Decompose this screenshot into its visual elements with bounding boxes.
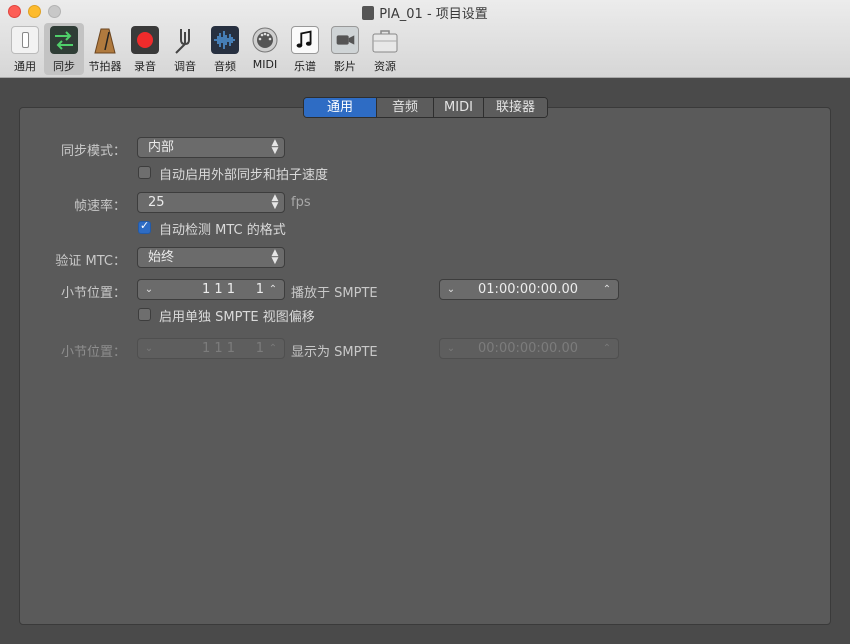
- switch-icon: [11, 26, 39, 54]
- separate-smpte-offset-checkbox[interactable]: [138, 308, 151, 321]
- bar-position-display-stepper[interactable]: ⌄ 1 1 1 1 ⌃: [137, 338, 285, 359]
- tab-bar: 通用 音频 MIDI 联接器: [303, 97, 548, 118]
- toolbar-assets[interactable]: 资源: [365, 23, 405, 75]
- tab-midi[interactable]: MIDI: [434, 98, 484, 117]
- auto-enable-external-sync-checkbox[interactable]: [138, 166, 151, 179]
- record-icon: [131, 26, 159, 54]
- settings-panel: [19, 107, 831, 625]
- chevron-up-icon: ⌃: [602, 343, 612, 354]
- validate-mtc-popup[interactable]: 始终 ▲ ▼: [137, 247, 285, 268]
- chevron-down-icon[interactable]: ⌄: [444, 280, 458, 299]
- settings-content: 通用 音频 MIDI 联接器 同步模式： 内部 ▲ ▼ 自动启用外部同步和拍子速度…: [0, 79, 850, 644]
- auto-detect-mtc-checkbox[interactable]: [138, 219, 151, 234]
- chevron-up-icon: ⌃: [268, 343, 278, 354]
- metronome-icon: [91, 26, 119, 54]
- chevron-up-icon[interactable]: ⌃: [600, 280, 614, 299]
- midi-port-icon: [251, 26, 279, 54]
- tuning-fork-icon: [171, 26, 199, 54]
- tab-connector[interactable]: 联接器: [484, 98, 547, 117]
- updown-chevron-icon: ▲ ▼: [271, 248, 279, 266]
- sync-mode-popup[interactable]: 内部 ▲ ▼: [137, 137, 285, 158]
- toolbar-movie[interactable]: 影片: [325, 23, 365, 75]
- separate-smpte-offset-label: 启用单独 SMPTE 视图偏移: [159, 310, 315, 325]
- display-as-smpte-label: 显示为 SMPTE: [291, 345, 378, 360]
- chevron-down-icon: ⌄: [144, 343, 154, 354]
- briefcase-icon: [371, 26, 399, 54]
- toolbar-audio[interactable]: 音频: [205, 23, 245, 75]
- frame-rate-popup[interactable]: 25 ▲ ▼: [137, 192, 285, 213]
- sync-mode-label: 同步模式：: [60, 144, 126, 159]
- tab-audio[interactable]: 音频: [377, 98, 434, 117]
- bar-position-label: 小节位置：: [60, 286, 126, 301]
- chevron-up-icon[interactable]: ⌃: [266, 280, 280, 299]
- sync-arrows-icon: [50, 26, 78, 54]
- music-note-icon: [291, 26, 319, 54]
- toolbar-metronome[interactable]: 节拍器: [85, 23, 125, 75]
- tab-general[interactable]: 通用: [304, 98, 377, 117]
- bar-position-display-label: 小节位置：: [60, 345, 126, 360]
- bar-position-stepper[interactable]: ⌄ 1 1 1 1 ⌃: [137, 279, 285, 300]
- document-icon: [362, 6, 375, 20]
- window-title: PIA_01 - 项目设置: [0, 3, 850, 22]
- auto-detect-mtc-label: 自动检测 MTC 的格式: [159, 223, 286, 238]
- video-camera-icon: [331, 26, 359, 54]
- frame-rate-label: 帧速率：: [73, 199, 126, 214]
- updown-chevron-icon: ▲ ▼: [271, 193, 279, 211]
- waveform-icon: [211, 26, 239, 54]
- project-settings-window: PIA_01 - 项目设置 通用 同步 节拍器 录音 调音 音频 MIDI 乐谱…: [0, 0, 850, 644]
- toolbar-midi[interactable]: MIDI: [245, 23, 285, 75]
- play-at-smpte-stepper[interactable]: ⌄ 01:00:00:00.00 ⌃: [439, 279, 619, 300]
- auto-enable-external-sync-label: 自动启用外部同步和拍子速度: [159, 168, 329, 183]
- toolbar-general[interactable]: 通用: [5, 23, 45, 75]
- toolbar-score[interactable]: 乐谱: [285, 23, 325, 75]
- updown-chevron-icon: ▲ ▼: [271, 138, 279, 156]
- display-as-smpte-stepper[interactable]: ⌄ 00:00:00:00.00 ⌃: [439, 338, 619, 359]
- play-at-smpte-label: 播放于 SMPTE: [291, 286, 378, 301]
- titlebar: PIA_01 - 项目设置 通用 同步 节拍器 录音 调音 音频 MIDI 乐谱…: [0, 0, 850, 78]
- frame-rate-unit: fps: [291, 195, 311, 210]
- toolbar-record[interactable]: 录音: [125, 23, 165, 75]
- chevron-down-icon[interactable]: ⌄: [142, 280, 156, 299]
- chevron-down-icon: ⌄: [446, 343, 456, 354]
- validate-mtc-label: 验证 MTC：: [55, 254, 126, 269]
- toolbar-sync[interactable]: 同步: [44, 23, 84, 75]
- toolbar-tuning[interactable]: 调音: [165, 23, 205, 75]
